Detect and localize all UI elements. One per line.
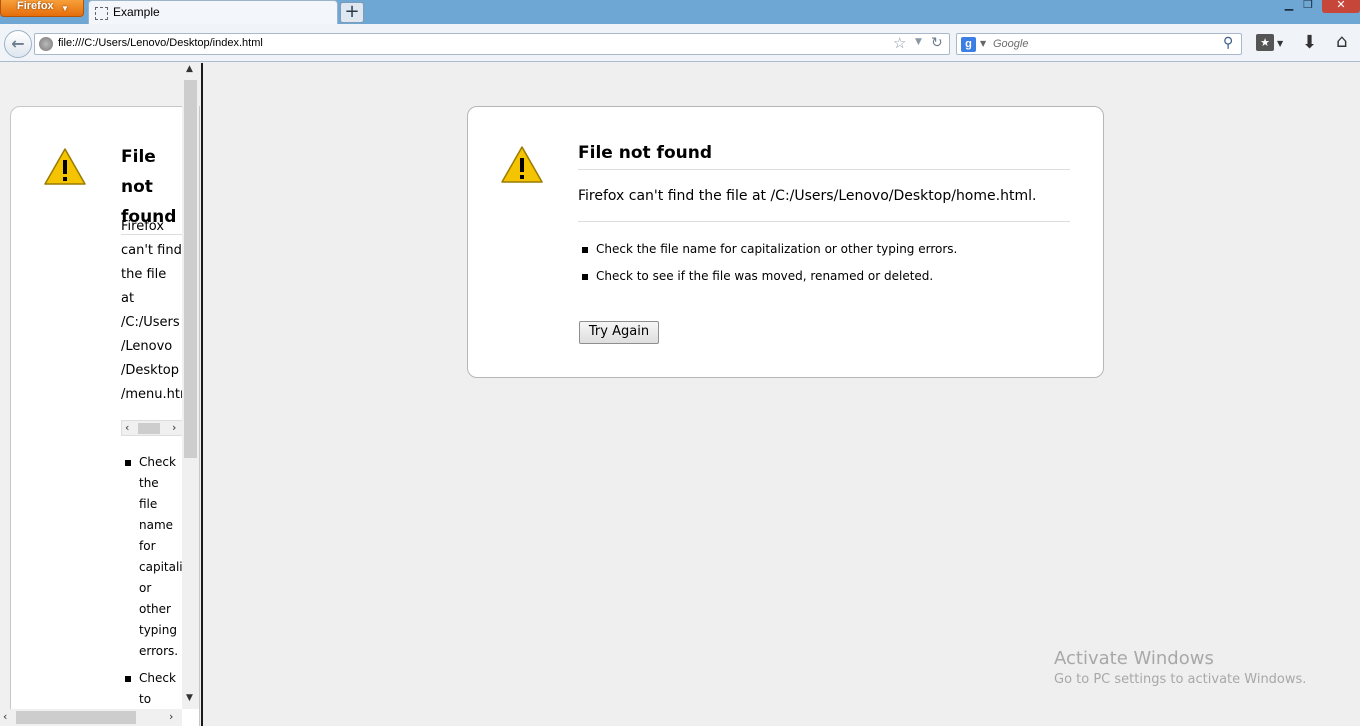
bullet-line: name	[139, 518, 174, 532]
downloads-icon[interactable]: ⬇	[1302, 32, 1317, 53]
list-item: Check the file name for capitaliz or oth…	[121, 452, 183, 662]
back-button[interactable]: ←	[4, 30, 32, 58]
bullet-line: for	[139, 539, 156, 553]
google-icon[interactable]: g	[961, 37, 976, 52]
try-again-button[interactable]: Try Again	[579, 321, 659, 344]
search-icon[interactable]: ⚲	[1223, 35, 1233, 51]
error-title: File not found	[578, 143, 1070, 170]
watermark-subtitle: Go to PC settings to activate Windows.	[1054, 672, 1307, 687]
list-item: Check the file name for capitalization o…	[578, 242, 1070, 269]
frame-desc-line: /Lenovo	[121, 339, 173, 354]
frame-desc-line: at	[121, 291, 135, 306]
watermark-title: Activate Windows	[1054, 648, 1214, 669]
reload-icon[interactable]: ↻	[931, 35, 943, 51]
scrollbar-thumb[interactable]	[184, 80, 197, 458]
url-text: file:///C:/Users/Lenovo/Desktop/index.ht…	[58, 37, 263, 49]
scroll-left-icon[interactable]: ‹	[3, 710, 7, 723]
new-tab-button[interactable]: +	[340, 2, 364, 23]
bullet-line: capitaliz	[139, 560, 183, 574]
blank-page-icon	[95, 7, 108, 20]
scrollbar-thumb[interactable]	[138, 423, 160, 434]
bullet-line: Check	[139, 671, 176, 685]
tab-example[interactable]: Example	[88, 0, 338, 24]
bullet-line: file	[139, 497, 158, 511]
frame-desc-line: /menu.htm	[121, 387, 183, 402]
error-suggestion-list: Check the file name for capitalization o…	[578, 242, 1070, 296]
error-description: Firefox can't find the file at /C:/Users…	[578, 188, 1070, 222]
bookmarks-icon[interactable]: ★	[1256, 34, 1274, 51]
back-arrow-icon: ←	[11, 34, 25, 53]
search-placeholder: Google	[993, 38, 1029, 50]
left-frame: File not found Firefox can't find the fi…	[0, 63, 203, 726]
frame-desc-line: /Desktop	[121, 363, 179, 378]
list-item: Check to	[121, 668, 183, 710]
search-engine-dropdown-icon[interactable]: ▼	[980, 39, 986, 48]
bullet-line: Check	[139, 455, 176, 469]
frame-desc-line: /C:/Users	[121, 315, 180, 330]
bullet-line: to	[139, 692, 152, 706]
frame-desc-line: can't find	[121, 243, 182, 258]
search-bar[interactable]: g ▼ Google ⚲	[956, 33, 1242, 55]
globe-icon	[39, 37, 53, 51]
scroll-down-icon[interactable]: ▼	[186, 693, 193, 703]
inner-horizontal-scrollbar[interactable]: ‹ ›	[121, 420, 183, 436]
scrollbar-thumb[interactable]	[16, 711, 136, 724]
navigation-bar: ← file:///C:/Users/Lenovo/Desktop/index.…	[0, 24, 1360, 62]
title-bar: Firefox ▼ Example + ▁ ❐ ✕	[0, 0, 1360, 24]
bullet-line: other	[139, 602, 171, 616]
bookmarks-dropdown-icon[interactable]: ▼	[1277, 39, 1283, 48]
warning-icon	[44, 148, 86, 185]
home-icon[interactable]: ⌂	[1336, 31, 1347, 52]
warning-icon	[501, 146, 543, 183]
bullet-line: the	[139, 476, 159, 490]
tab-title: Example	[113, 5, 160, 19]
activation-watermark: Activate Windows Go to PC settings to ac…	[1054, 648, 1306, 687]
frame-error-box: File not found Firefox can't find the fi…	[10, 106, 200, 726]
scroll-left-icon[interactable]: ‹	[125, 421, 129, 434]
restore-icon[interactable]: ❐	[1300, 0, 1316, 12]
list-item: Check to see if the file was moved, rena…	[578, 269, 1070, 296]
bullet-line: typing	[139, 623, 177, 637]
scroll-right-icon[interactable]: ›	[169, 710, 173, 723]
error-page-box: File not found Firefox can't find the fi…	[467, 106, 1104, 378]
minimize-icon[interactable]: ▁	[1282, 0, 1296, 12]
bullet-line: or	[139, 581, 152, 595]
frame-title-line: File not	[121, 147, 156, 197]
address-bar[interactable]: file:///C:/Users/Lenovo/Desktop/index.ht…	[34, 33, 950, 55]
frame-desc-line: the file	[121, 267, 167, 282]
scroll-right-icon[interactable]: ›	[172, 421, 176, 434]
bullet-line: errors.	[139, 644, 179, 658]
frame-desc-line: Firefox	[121, 219, 165, 234]
firefox-menu-button[interactable]: Firefox ▼	[0, 0, 84, 17]
bookmark-star-icon[interactable]: ☆	[893, 34, 906, 52]
vertical-scrollbar[interactable]: ▲ ▼	[182, 63, 199, 709]
frame-error-description: Firefox can't find the file at /C:/Users…	[121, 215, 183, 407]
chevron-down-icon: ▼	[61, 4, 69, 13]
firefox-menu-label: Firefox	[17, 0, 54, 12]
close-icon[interactable]: ✕	[1322, 0, 1360, 13]
history-dropdown-icon[interactable]: ▼	[915, 37, 922, 47]
scroll-up-icon[interactable]: ▲	[186, 64, 193, 74]
frame-suggestion-list: Check the file name for capitaliz or oth…	[121, 452, 183, 716]
horizontal-scrollbar[interactable]: ‹ ›	[0, 709, 182, 726]
